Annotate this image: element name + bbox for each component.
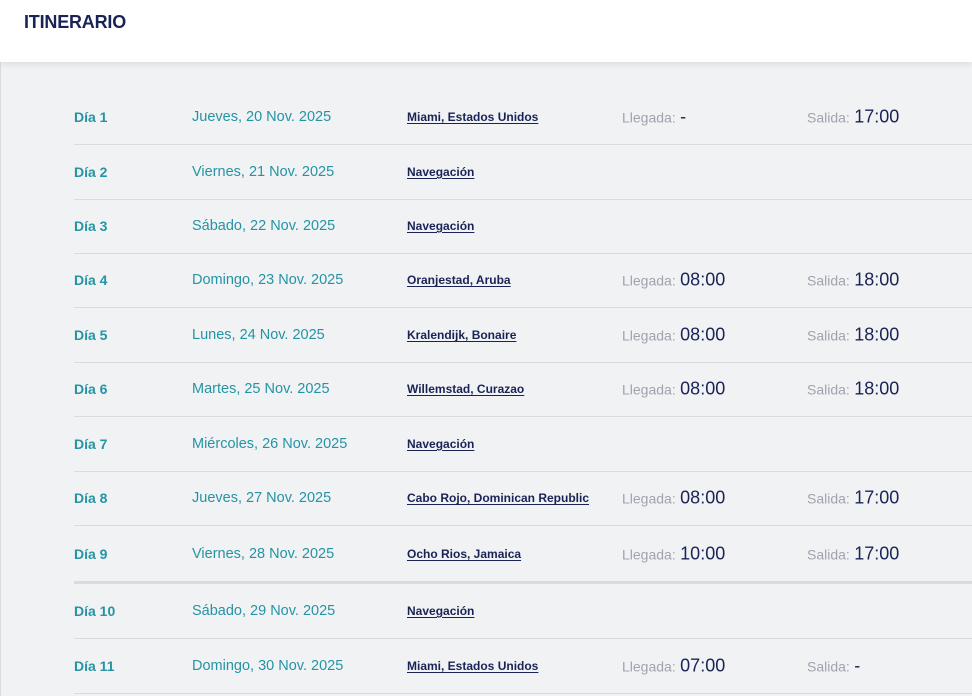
day-date: Lunes, 24 Nov. 2025 bbox=[192, 327, 325, 343]
day-number: Día 11 bbox=[74, 658, 115, 674]
day-date: Domingo, 30 Nov. 2025 bbox=[192, 658, 344, 674]
arrival-label: Llegada: bbox=[622, 490, 676, 507]
port-link[interactable]: Navegación bbox=[407, 165, 474, 179]
arrival-time: Llegada: 08:00 bbox=[622, 325, 725, 346]
day-date: Jueves, 27 Nov. 2025 bbox=[192, 490, 332, 506]
itinerary-row: Día 9 Viernes, 28 Nov. 2025 Ocho Rios, Jam… bbox=[74, 526, 972, 584]
day-date: Domingo, 23 Nov. 2025 bbox=[192, 272, 344, 288]
arrival-time: Llegada: 08:00 bbox=[622, 270, 725, 291]
day-date: Viernes, 21 Nov. 2025 bbox=[192, 164, 335, 180]
departure-label: Salida: bbox=[807, 546, 850, 562]
itinerary-row: Día 7 Miércoles, 26 Nov. 2025 Navegación bbox=[74, 417, 972, 472]
departure-time: Salida: 18:00 bbox=[807, 325, 899, 346]
arrival-time: Llegada: - bbox=[622, 107, 686, 128]
arrival-time: Llegada: 08:00 bbox=[622, 379, 725, 400]
itinerary-row: Día 11 Domingo, 30 Nov. 2025 Miami, Estado… bbox=[74, 639, 972, 694]
itinerary-row: Día 6 Martes, 25 Nov. 2025 Willemstad, Cur… bbox=[74, 362, 972, 417]
departure-time: Salida: 18:00 bbox=[807, 379, 899, 400]
port-link[interactable]: Willemstad, Curazao bbox=[407, 382, 524, 396]
itinerary-row: Día 2 Viernes, 21 Nov. 2025 Navegación bbox=[74, 145, 972, 200]
departure-time: Salida: 17:00 bbox=[807, 107, 899, 128]
arrival-time: Llegada: 08:00 bbox=[622, 488, 725, 509]
arrival-label: Llegada: bbox=[622, 272, 676, 289]
arrival-value: 10:00 bbox=[680, 543, 726, 563]
itinerary-page: ITINERARIO Día 1 Jueves, 20 Nov. 2025 Miam… bbox=[0, 0, 972, 696]
departure-value: 17:00 bbox=[854, 106, 900, 127]
itinerary-row: Día 10 Sábado, 29 Nov. 2025 Navegación bbox=[74, 584, 972, 639]
departure-time: Salida: - bbox=[807, 656, 860, 677]
day-date: Viernes, 28 Nov. 2025 bbox=[192, 545, 335, 562]
departure-label: Salida: bbox=[807, 658, 850, 675]
day-date: Martes, 25 Nov. 2025 bbox=[192, 381, 330, 397]
port-link[interactable]: Cabo Rojo, Dominican Republic bbox=[407, 491, 589, 505]
departure-value: 17:00 bbox=[854, 543, 900, 563]
day-number: Día 3 bbox=[74, 218, 108, 234]
day-date: Sábado, 22 Nov. 2025 bbox=[192, 218, 336, 234]
itinerary-row: Día 8 Jueves, 27 Nov. 2025 Cabo Rojo, Domi… bbox=[74, 471, 972, 526]
day-number: Día 9 bbox=[74, 545, 108, 562]
itinerary-row: Día 1 Jueves, 20 Nov. 2025 Miami, Estados … bbox=[74, 90, 972, 145]
day-number: Día 1 bbox=[74, 109, 108, 125]
arrival-time: Llegada: 10:00 bbox=[622, 543, 725, 564]
day-date: Miércoles, 26 Nov. 2025 bbox=[192, 436, 348, 452]
day-number: Día 6 bbox=[74, 381, 108, 397]
day-number: Día 10 bbox=[74, 603, 116, 619]
arrival-value: - bbox=[680, 106, 687, 127]
itinerary-row: Día 5 Lunes, 24 Nov. 2025 Kralendijk, Bona… bbox=[74, 308, 972, 363]
arrival-label: Llegada: bbox=[622, 109, 676, 126]
itinerary-row: Día 3 Sábado, 22 Nov. 2025 Navegación bbox=[74, 199, 972, 254]
departure-value: - bbox=[854, 655, 861, 676]
departure-label: Salida: bbox=[807, 327, 850, 344]
port-link[interactable]: Navegación bbox=[407, 604, 474, 618]
arrival-value: 08:00 bbox=[680, 487, 726, 508]
port-link[interactable]: Kralendijk, Bonaire bbox=[407, 328, 516, 342]
port-link[interactable]: Navegación bbox=[407, 437, 474, 451]
departure-value: 18:00 bbox=[854, 269, 900, 290]
day-number: Día 5 bbox=[74, 327, 108, 343]
itinerary-header: ITINERARIO bbox=[0, 0, 972, 62]
arrival-time: Llegada: 07:00 bbox=[622, 656, 725, 677]
arrival-label: Llegada: bbox=[622, 327, 676, 344]
day-number: Día 4 bbox=[74, 272, 108, 288]
departure-value: 18:00 bbox=[854, 378, 900, 399]
itinerary-row: Día 4 Domingo, 23 Nov. 2025 Oranjestad, Ar… bbox=[74, 253, 972, 308]
arrival-label: Llegada: bbox=[622, 658, 676, 675]
port-link[interactable]: Oranjestad, Aruba bbox=[407, 273, 511, 287]
departure-time: Salida: 17:00 bbox=[807, 543, 899, 564]
port-link[interactable]: Ocho Rios, Jamaica bbox=[407, 547, 521, 561]
departure-label: Salida: bbox=[807, 272, 850, 289]
arrival-value: 07:00 bbox=[680, 655, 726, 676]
day-number: Día 8 bbox=[74, 490, 108, 506]
departure-label: Salida: bbox=[807, 490, 850, 507]
page-title: ITINERARIO bbox=[24, 12, 127, 32]
arrival-label: Llegada: bbox=[622, 546, 676, 562]
departure-time: Salida: 18:00 bbox=[807, 270, 899, 291]
arrival-label: Llegada: bbox=[622, 381, 676, 398]
day-number: Día 2 bbox=[74, 164, 108, 180]
departure-value: 17:00 bbox=[854, 487, 900, 508]
panel-left-border bbox=[0, 62, 1, 696]
arrival-value: 08:00 bbox=[680, 324, 726, 345]
day-date: Sábado, 29 Nov. 2025 bbox=[192, 603, 336, 619]
departure-label: Salida: bbox=[807, 381, 850, 398]
port-link[interactable]: Miami, Estados Unidos bbox=[407, 110, 538, 124]
departure-label: Salida: bbox=[807, 109, 850, 126]
port-link[interactable]: Miami, Estados Unidos bbox=[407, 659, 538, 673]
day-date: Jueves, 20 Nov. 2025 bbox=[192, 109, 332, 125]
port-link[interactable]: Navegación bbox=[407, 219, 474, 233]
day-number: Día 7 bbox=[74, 436, 108, 452]
arrival-value: 08:00 bbox=[680, 269, 726, 290]
departure-value: 18:00 bbox=[854, 324, 900, 345]
departure-time: Salida: 17:00 bbox=[807, 488, 899, 509]
arrival-value: 08:00 bbox=[680, 378, 726, 399]
